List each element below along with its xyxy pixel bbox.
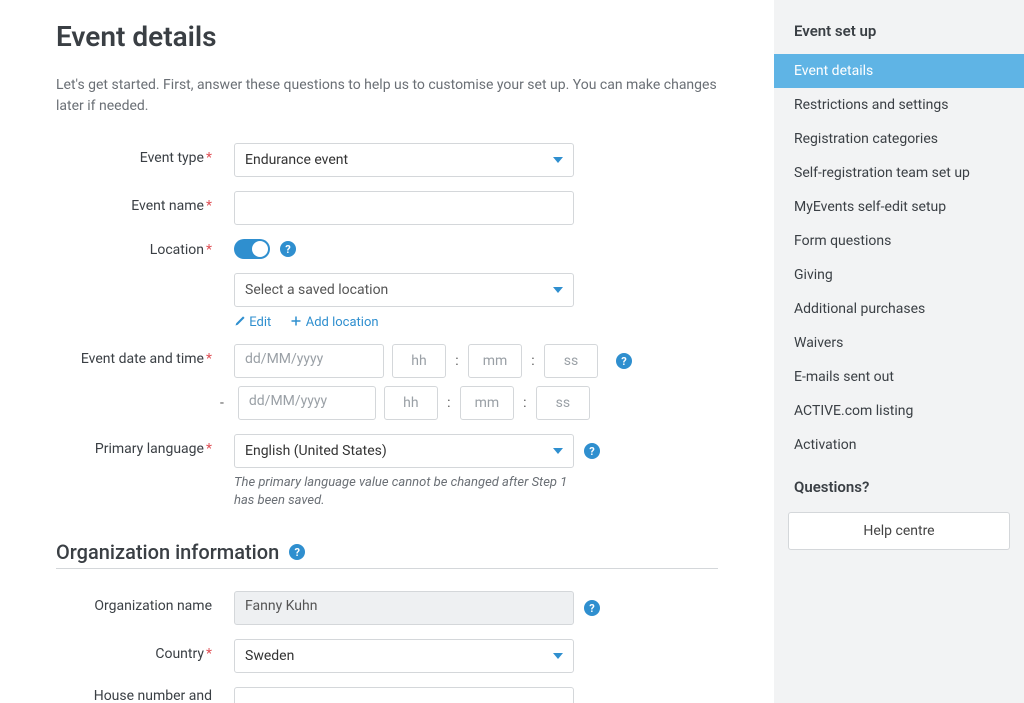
sidebar-item-additional-purchases[interactable]: Additional purchases [774, 292, 1024, 326]
sidebar-item-emails-sent-out[interactable]: E-mails sent out [774, 360, 1024, 394]
sidebar-item-activation[interactable]: Activation [774, 428, 1024, 462]
end-hh-input[interactable]: hh [384, 386, 438, 420]
label-event-datetime: Event date and time* [56, 344, 234, 367]
sidebar-questions-heading: Questions? [774, 462, 1024, 508]
plus-icon [290, 315, 302, 327]
label-event-name: Event name* [56, 191, 234, 214]
label-street: House number and street name* [56, 687, 234, 703]
sidebar-item-myevents-self-edit[interactable]: MyEvents self-edit setup [774, 190, 1024, 224]
sidebar-item-form-questions[interactable]: Form questions [774, 224, 1024, 258]
end-date-input[interactable]: dd/MM/yyyy [238, 386, 376, 420]
org-name-input: Fanny Kuhn [234, 591, 574, 625]
sidebar-item-self-registration-team[interactable]: Self-registration team set up [774, 156, 1024, 190]
label-event-type: Event type* [56, 143, 234, 166]
sidebar-heading: Event set up [774, 22, 1024, 54]
help-icon[interactable]: ? [280, 241, 296, 257]
help-icon[interactable]: ? [289, 544, 305, 560]
label-country: Country* [56, 639, 234, 662]
label-location: Location* [56, 239, 234, 258]
end-ss-input[interactable]: ss [536, 386, 590, 420]
sidebar-item-active-com-listing[interactable]: ACTIVE.com listing [774, 394, 1024, 428]
add-location-link[interactable]: Add location [290, 315, 378, 330]
primary-language-select[interactable]: English (United States) [234, 434, 574, 468]
label-org-name: Organization name [56, 591, 234, 614]
sidebar-item-registration-categories[interactable]: Registration categories [774, 122, 1024, 156]
saved-location-select[interactable]: Select a saved location [234, 273, 574, 307]
sidebar-item-restrictions[interactable]: Restrictions and settings [774, 88, 1024, 122]
chevron-down-icon [553, 287, 563, 293]
pencil-icon [234, 315, 246, 327]
country-select[interactable]: Sweden [234, 639, 574, 673]
start-ss-input[interactable]: ss [544, 344, 598, 378]
chevron-down-icon [553, 157, 563, 163]
sidebar-item-waivers[interactable]: Waivers [774, 326, 1024, 360]
section-org-info-title: Organization information [56, 540, 279, 564]
edit-location-link[interactable]: Edit [234, 315, 274, 330]
help-icon[interactable]: ? [616, 353, 632, 369]
section-divider [56, 568, 718, 569]
sidebar-item-event-details[interactable]: Event details [774, 54, 1024, 88]
event-name-input[interactable] [234, 191, 574, 225]
date-range-dash: - [220, 395, 224, 411]
page-intro: Let's get started. First, answer these q… [56, 75, 718, 117]
label-primary-language: Primary language* [56, 434, 234, 457]
street-input[interactable] [234, 687, 574, 703]
chevron-down-icon [553, 448, 563, 454]
help-icon[interactable]: ? [584, 600, 600, 616]
start-hh-input[interactable]: hh [392, 344, 446, 378]
chevron-down-icon [553, 653, 563, 659]
end-mm-input[interactable]: mm [460, 386, 514, 420]
main-content: Event details Let's get started. First, … [0, 0, 774, 703]
required-mark: * [206, 150, 212, 166]
location-toggle[interactable] [234, 239, 270, 259]
sidebar-item-giving[interactable]: Giving [774, 258, 1024, 292]
primary-language-note: The primary language value cannot be cha… [234, 474, 574, 510]
help-icon[interactable]: ? [584, 443, 600, 459]
start-mm-input[interactable]: mm [468, 344, 522, 378]
help-centre-button[interactable]: Help centre [788, 512, 1010, 550]
page-title: Event details [56, 20, 718, 53]
sidebar: Event set up Event details Restrictions … [774, 0, 1024, 703]
event-type-select[interactable]: Endurance event [234, 143, 574, 177]
start-date-input[interactable]: dd/MM/yyyy [234, 344, 384, 378]
